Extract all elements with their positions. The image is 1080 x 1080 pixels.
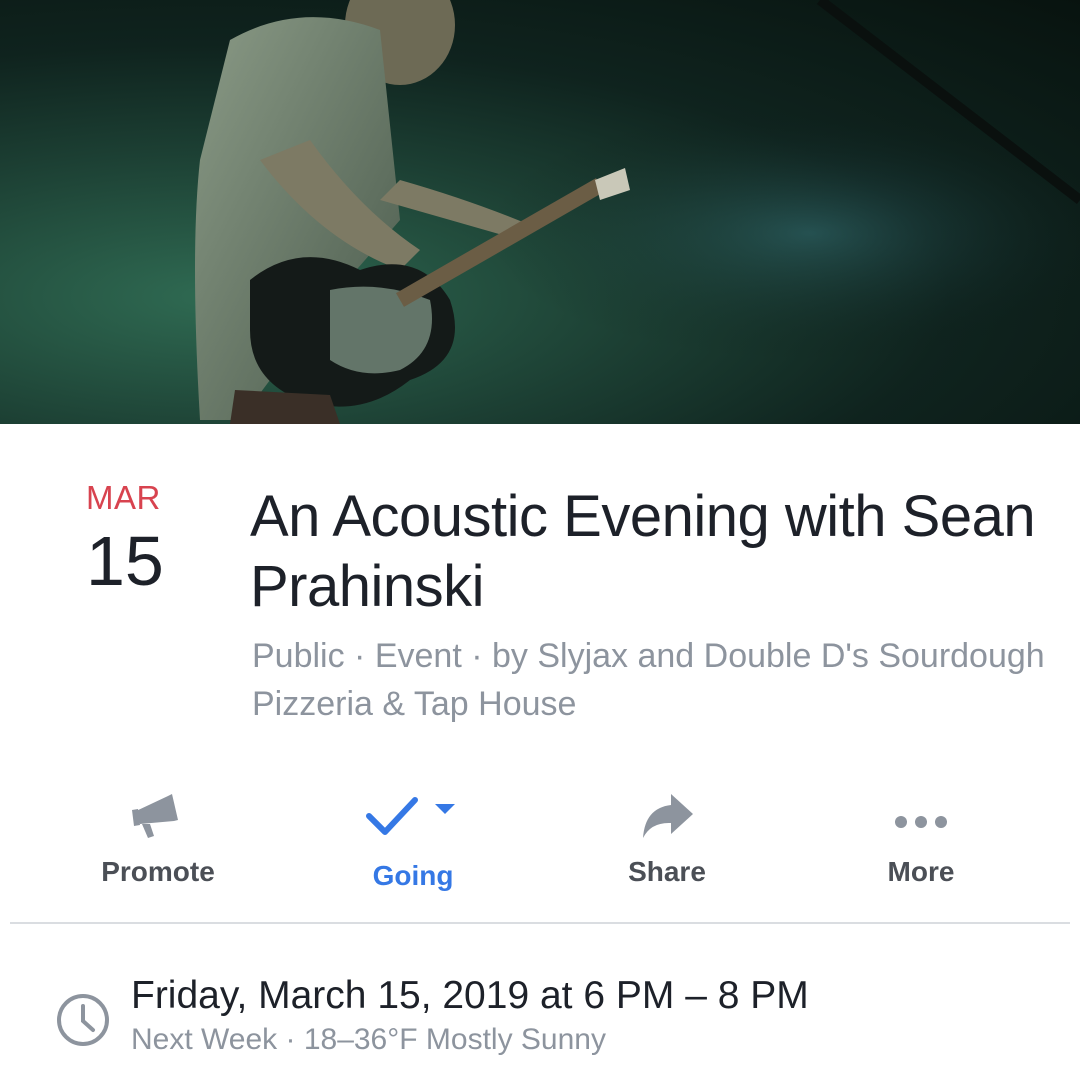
event-meta[interactable]: Public · Event · by Slyjax and Double D'… [252,632,1052,728]
event-date-badge: MAR 15 [86,478,166,600]
megaphone-icon [58,776,258,856]
promote-button[interactable]: Promote [58,776,258,896]
divider [10,922,1070,924]
share-arrow-icon [567,776,767,856]
event-datetime[interactable]: Friday, March 15, 2019 at 6 PM – 8 PM [131,970,809,1022]
more-label: More [887,856,955,887]
ellipsis-icon [821,776,1021,856]
caret-down-icon [435,804,455,814]
event-action-bar: Promote Going Share More [0,776,1080,896]
guitarist-photo [0,0,1080,424]
event-weather: Next Week · 18–36°F Mostly Sunny [131,1023,606,1056]
event-title: An Acoustic Evening with Sean Prahinski [250,484,1036,619]
promote-label: Promote [101,856,215,887]
going-label: Going [372,860,454,891]
checkmark-icon [313,776,513,856]
more-button[interactable]: More [821,776,1021,896]
date-month: MAR [86,479,161,516]
clock-icon [55,992,111,1048]
event-cover-photo[interactable] [0,0,1080,424]
share-label: Share [628,856,706,887]
date-day: 15 [86,522,164,600]
share-button[interactable]: Share [567,776,767,896]
going-button[interactable]: Going [313,776,513,896]
